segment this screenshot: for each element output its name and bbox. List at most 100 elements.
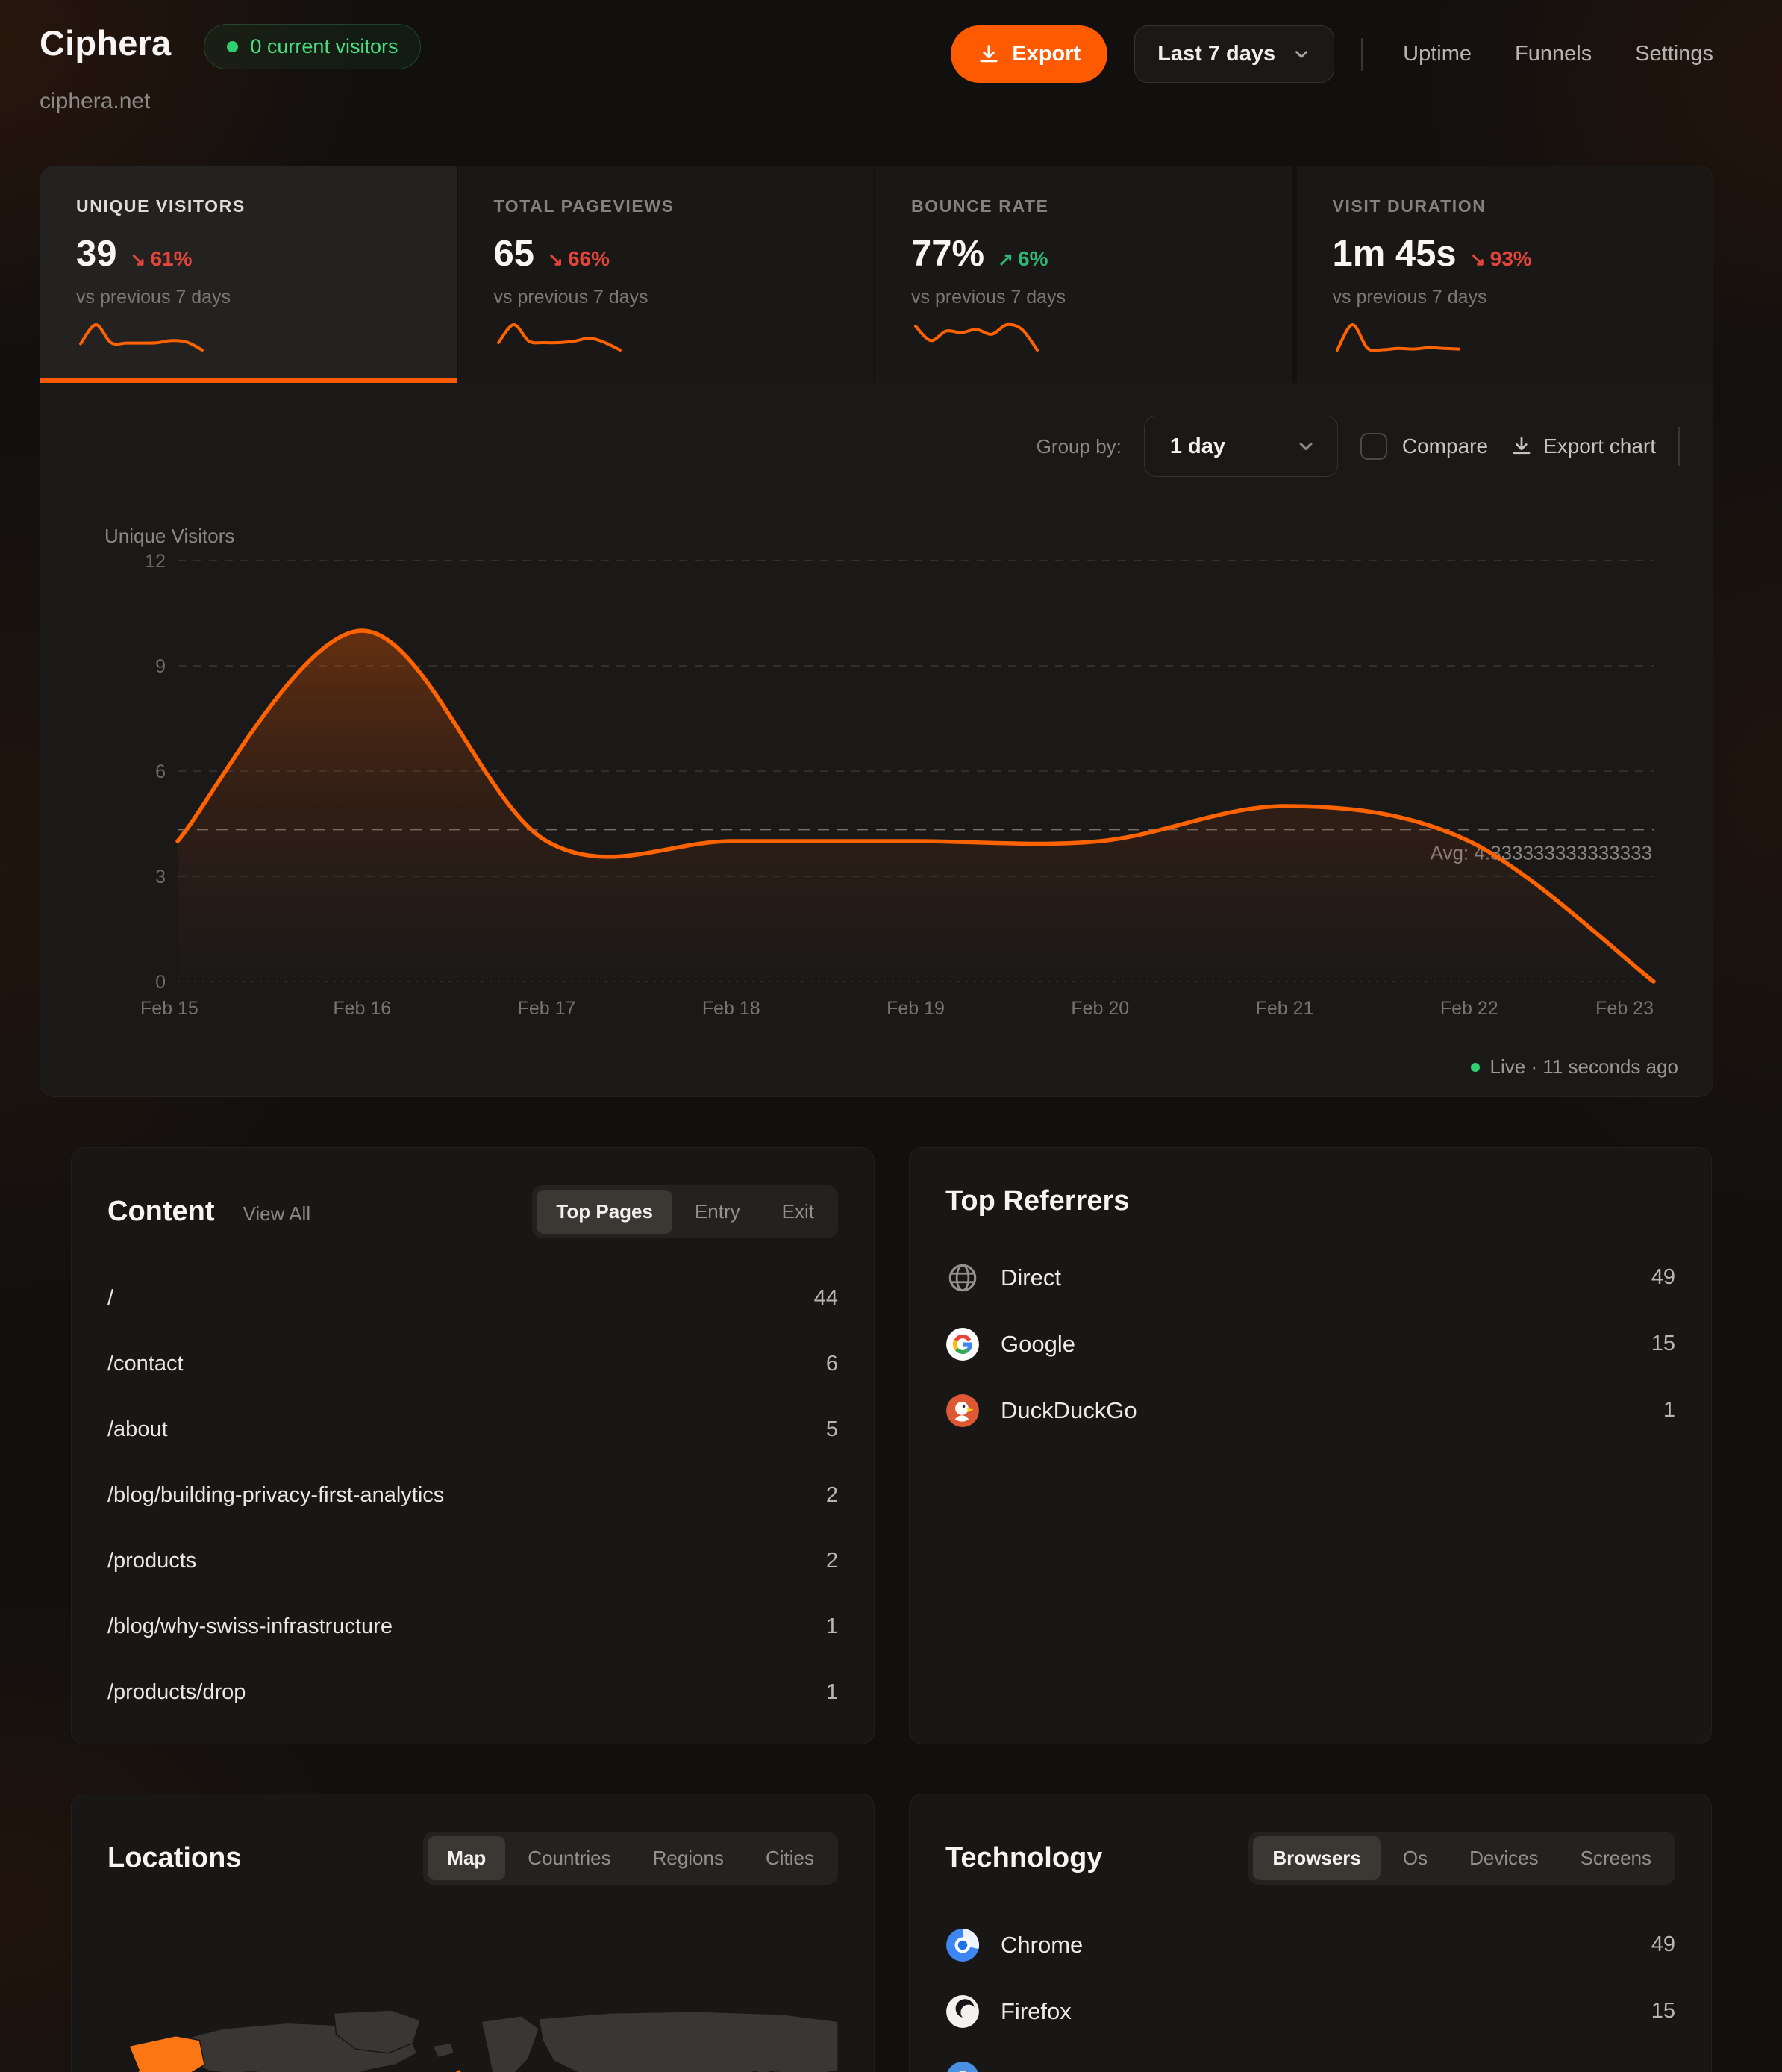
export-button[interactable]: Export [951,25,1107,83]
stat-label: BOUNCE RATE [911,196,1292,216]
content-row: /products 2 [107,1528,838,1594]
page-visitors-count: 1 [826,1680,838,1705]
referrer-link[interactable]: Google [945,1327,1075,1361]
x-tick: Feb 23 [1595,998,1654,1019]
stat-card-bounce-rate[interactable]: BOUNCE RATE77%↗6%vs previous 7 days [875,166,1292,383]
download-icon [1510,435,1533,458]
compare-label[interactable]: Compare [1402,434,1488,458]
stat-label: UNIQUE VISITORS [76,196,457,216]
technology-tab-screens[interactable]: Screens [1561,1836,1671,1880]
arrow-up-right-icon: ↗ [998,249,1013,271]
controls-divider [1678,427,1680,466]
date-range-dropdown[interactable]: Last 7 days [1134,25,1334,83]
page-path-link[interactable]: / [107,1286,113,1311]
header-divider [1361,38,1363,71]
referrer-label: Direct [1001,1264,1061,1291]
page-path-link[interactable]: /blog/why-swiss-infrastructure [107,1614,393,1639]
stat-label: TOTAL PAGEVIEWS [494,196,875,216]
locations-tabs: MapCountriesRegionsCities [423,1832,838,1885]
referrer-link[interactable]: Direct [945,1261,1061,1295]
group-by-value: 1 day [1170,434,1225,459]
stat-card-total-pageviews[interactable]: TOTAL PAGEVIEWS65↘66%vs previous 7 days [458,166,875,383]
browser-count: 49 [1651,1932,1675,1957]
page-path-link[interactable]: /products [107,1549,196,1573]
nav-item-settings[interactable]: Settings [1635,42,1713,66]
nav-item-uptime[interactable]: Uptime [1403,42,1472,66]
technology-tab-os[interactable]: Os [1384,1836,1447,1880]
stat-delta-value: 93% [1490,247,1532,271]
y-tick: 3 [155,867,166,887]
nav-item-funnels[interactable]: Funnels [1515,42,1592,66]
page-path-link[interactable]: /products/drop [107,1680,246,1705]
content-panel-title: Content [107,1196,215,1228]
locations-panel: Locations MapCountriesRegionsCities [71,1794,875,2072]
browser-label: Firefox [1001,1998,1072,2025]
date-range-value: Last 7 days [1157,42,1275,66]
page-visitors-count: 2 [826,1549,838,1573]
x-tick: Feb 16 [333,998,391,1019]
page-path-link[interactable]: /about [107,1417,168,1442]
technology-rows: Chrome 49 Firefox15 [945,1912,1675,2072]
browser-row-firefox: Firefox15 [945,1978,1675,2044]
firefox-icon [945,1994,980,2029]
export-chart-button[interactable]: Export chart [1510,434,1656,458]
stat-delta: ↘93% [1470,247,1532,271]
locations-tab-regions[interactable]: Regions [634,1836,743,1880]
stat-compare-label: vs previous 7 days [1333,287,1713,308]
content-tab-exit[interactable]: Exit [763,1190,834,1234]
site-domain: ciphera.net [40,89,421,114]
page-path-link[interactable]: /contact [107,1352,184,1376]
stat-card-unique-visitors[interactable]: UNIQUE VISITORS39↘61%vs previous 7 days [40,166,457,383]
stat-compare-label: vs previous 7 days [911,287,1292,308]
chart-controls: Group by: 1 day Compare Export chart [1037,416,1680,477]
page-path-link[interactable]: /blog/building-privacy-first-analytics [107,1483,444,1508]
referrer-count: 1 [1663,1398,1675,1423]
referrer-row-duckduckgo: DuckDuckGo 1 [945,1377,1675,1444]
arrow-down-right-icon: ↘ [548,249,563,271]
y-tick: 6 [155,761,166,782]
stat-sparkline [1333,319,1463,355]
browser-link [945,2061,1001,2072]
referrer-link[interactable]: DuckDuckGo [945,1394,1137,1428]
chrome-icon [945,1928,980,1962]
browser-row-chrome: Chrome 49 [945,1912,1675,1978]
content-tab-entry[interactable]: Entry [675,1190,760,1234]
technology-panel-title: Technology [945,1842,1102,1874]
view-all-link[interactable]: View All [243,1202,311,1226]
group-by-dropdown[interactable]: 1 day [1144,416,1338,477]
technology-tab-browsers[interactable]: Browsers [1253,1836,1381,1880]
technology-tabs: BrowsersOsDevicesScreens [1248,1832,1675,1885]
stat-delta: ↗6% [998,247,1048,271]
x-tick: Feb 18 [702,998,760,1019]
header: Ciphera 0 current visitors ciphera.net E… [40,16,1713,114]
content-row: /contact6 [107,1331,838,1397]
map-region-alaska[interactable] [125,2036,204,2072]
y-tick: 12 [145,551,166,572]
group-by-label: Group by: [1037,435,1122,458]
locations-tab-map[interactable]: Map [428,1836,505,1880]
locations-tab-countries[interactable]: Countries [508,1836,630,1880]
live-status-label: Live · 11 seconds ago [1490,1055,1678,1079]
stat-delta-value: 6% [1018,247,1048,271]
content-rows: /44/contact6/about5/blog/building-privac… [107,1265,838,1725]
map-region-united-kingdom[interactable] [447,2069,466,2072]
browser-link[interactable]: Chrome [945,1928,1083,1962]
compare-checkbox[interactable] [1360,433,1387,460]
referrer-count: 49 [1651,1265,1675,1290]
stat-card-visit-duration[interactable]: VISIT DURATION1m 45s↘93%vs previous 7 da… [1297,166,1713,383]
browser-link[interactable]: Firefox [945,1994,1072,2029]
content-tab-top-pages[interactable]: Top Pages [537,1190,672,1234]
stat-sparkline [494,319,625,355]
main-nav: Uptime Funnels Settings [1403,42,1713,66]
stat-label: VISIT DURATION [1333,196,1713,216]
technology-tab-devices[interactable]: Devices [1450,1836,1557,1880]
download-icon [978,43,1000,66]
referrers-panel: Top Referrers Direct49Google15DuckDuckGo… [909,1147,1712,1744]
stat-value-row: 39↘61% [76,233,457,275]
content-tabs: Top PagesEntryExit [532,1185,838,1238]
stat-sparkline [911,319,1042,355]
analytics-dashboard: Ciphera 0 current visitors ciphera.net E… [0,0,1782,2072]
locations-tab-cities[interactable]: Cities [746,1836,834,1880]
browser-row-partial [945,2044,1675,2072]
referrer-row-google: Google15 [945,1311,1675,1377]
